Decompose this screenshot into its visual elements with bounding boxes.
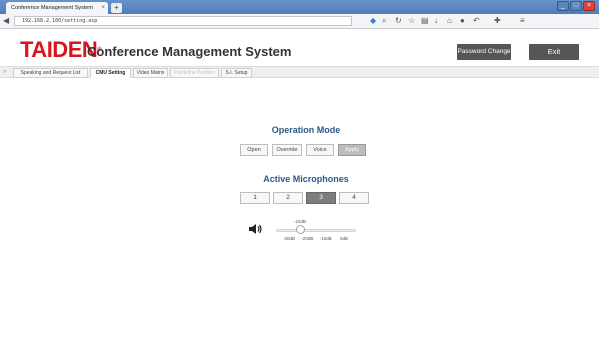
tab-speaking-request-list[interactable]: Speaking and Request List xyxy=(13,68,88,78)
extension-icon[interactable]: ✚ xyxy=(494,15,501,27)
password-change-button[interactable]: Password Change xyxy=(457,44,511,60)
volume-tick-label: 0dB xyxy=(339,236,348,241)
mic-count-1-button[interactable]: 1 xyxy=(240,192,270,204)
mode-open-button[interactable]: Open xyxy=(240,144,268,156)
address-bar[interactable]: 192.168.2.100/setting.asp xyxy=(14,16,352,26)
tab-si-setup[interactable]: S.I. Setup xyxy=(221,68,252,78)
close-window-button[interactable]: × xyxy=(583,1,595,11)
undo-icon[interactable]: ↶ xyxy=(473,15,480,27)
mic-count-3-button[interactable]: 3 xyxy=(306,192,336,204)
library-icon[interactable]: ▤ xyxy=(421,15,429,27)
collapse-icon[interactable]: » xyxy=(3,67,6,78)
search-icon[interactable]: ⌕ xyxy=(382,15,386,27)
browser-tab[interactable]: Conference Management System × xyxy=(6,2,108,14)
bookmark-star-icon[interactable]: ☆ xyxy=(408,15,415,27)
volume-slider-track[interactable] xyxy=(276,229,356,232)
tab-video-matrix[interactable]: Video Matrix xyxy=(133,68,168,78)
home-icon[interactable]: ⌂ xyxy=(447,15,452,27)
address-url: 192.168.2.100/setting.asp xyxy=(22,18,98,24)
shield-icon[interactable]: ◆ xyxy=(370,15,376,27)
browser-tab-title: Conference Management System xyxy=(11,5,93,11)
page-title: Conference Management System xyxy=(87,44,292,59)
new-tab-button[interactable]: + xyxy=(111,3,122,13)
back-icon[interactable]: ◀ xyxy=(3,15,9,27)
reload-icon[interactable]: ↻ xyxy=(395,15,402,27)
tab-cmu-setting[interactable]: CMU Setting xyxy=(90,68,131,78)
content-panel xyxy=(10,78,599,356)
volume-value-label: -24dB xyxy=(293,219,306,224)
mode-override-button[interactable]: Override xyxy=(272,144,302,156)
maximize-button[interactable]: □ xyxy=(570,1,582,11)
exit-button[interactable]: Exit xyxy=(529,44,579,60)
speaker-icon xyxy=(249,224,262,234)
mic-count-4-button[interactable]: 4 xyxy=(339,192,369,204)
volume-slider-handle[interactable] xyxy=(295,225,305,234)
browser-title-bar: Conference Management System × + _ □ × xyxy=(0,0,599,14)
mic-count-2-button[interactable]: 2 xyxy=(273,192,303,204)
tab-predefine-position: Predefine Position xyxy=(170,68,219,78)
chat-icon[interactable]: ● xyxy=(460,15,465,27)
close-tab-icon[interactable]: × xyxy=(101,2,105,14)
operation-mode-title: Operation Mode xyxy=(271,125,341,135)
apply-button[interactable]: Apply xyxy=(338,144,366,156)
browser-toolbar: ◀ 192.168.2.100/setting.asp ◆ ⌕ ↻ ☆ ▤ ↓ … xyxy=(0,14,599,29)
mode-voice-button[interactable]: Voice xyxy=(306,144,334,156)
brand-name: TAIDEN xyxy=(20,37,98,62)
download-icon[interactable]: ↓ xyxy=(434,15,438,27)
menu-icon[interactable]: ≡ xyxy=(520,15,525,27)
minimize-button[interactable]: _ xyxy=(557,1,569,11)
active-microphones-title: Active Microphones xyxy=(263,174,349,184)
nav-tab-bar: » Speaking and Request List CMU Setting … xyxy=(0,66,599,78)
